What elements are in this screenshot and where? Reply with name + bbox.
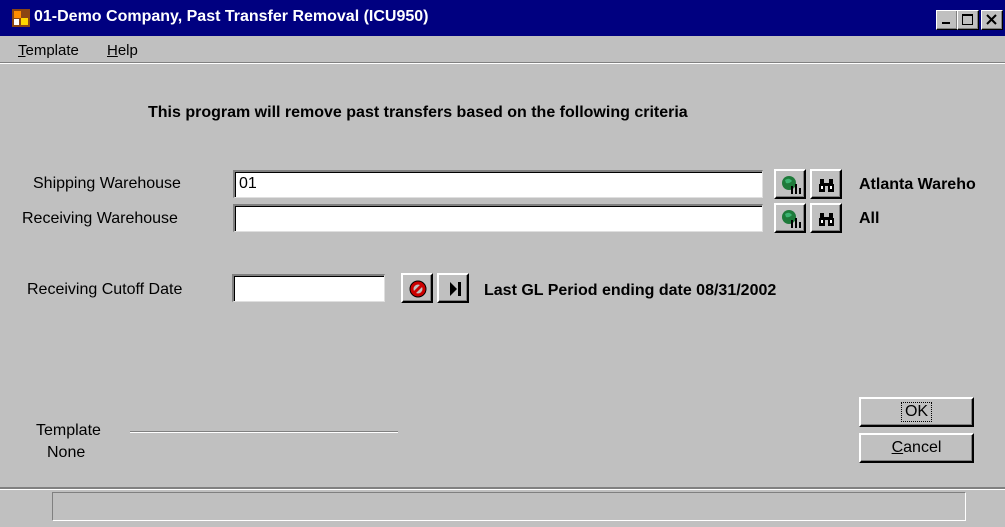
status-separator [0,487,1005,489]
window-title: 01-Demo Company, Past Transfer Removal (… [34,8,429,25]
shipping-warehouse-description: Atlanta Wareho [859,176,976,193]
status-bar [52,492,966,521]
minimize-icon [942,22,950,24]
close-icon [986,14,997,25]
menu-template[interactable]: Template [18,42,79,59]
menu-separator [0,63,1005,64]
cancel-button[interactable]: Cancel [859,433,974,463]
ok-button-label: OK [900,402,933,422]
template-value: None [47,444,86,461]
receiving-warehouse-label: Receiving Warehouse [22,210,178,227]
title-bar[interactable]: 01-Demo Company, Past Transfer Removal (… [0,0,1005,36]
maximize-icon [962,14,973,25]
receiving-cutoff-date-input[interactable] [232,274,385,302]
clear-date-button[interactable] [401,273,433,303]
minimize-button[interactable] [936,10,958,30]
binoculars-icon [819,179,834,192]
menu-bar: Template Help [0,36,1005,63]
maximize-button[interactable] [957,10,979,30]
shipping-search-button[interactable] [810,169,842,199]
no-entry-icon [409,280,427,298]
shipping-all-button[interactable] [774,169,806,199]
ok-button[interactable]: OK [859,397,974,427]
program-icon [12,9,30,27]
receiving-warehouse-description: All [859,210,880,227]
close-button[interactable] [981,10,1003,30]
receiving-search-button[interactable] [810,203,842,233]
shipping-warehouse-input[interactable]: 01 [233,170,763,198]
globe-all-icon [782,210,801,228]
page-heading: This program will remove past transfers … [148,104,688,121]
binoculars-icon [819,213,834,226]
next-date-button[interactable] [437,273,469,303]
skip-forward-icon [450,282,461,296]
shipping-warehouse-label: Shipping Warehouse [33,175,181,192]
receiving-warehouse-input[interactable] [233,204,763,232]
globe-all-icon [782,176,801,194]
last-gl-period-note: Last GL Period ending date 08/31/2002 [484,282,777,299]
template-label: Template [36,422,101,439]
receiving-cutoff-date-label: Receiving Cutoff Date [27,281,183,298]
receiving-all-button[interactable] [774,203,806,233]
template-divider [130,431,398,432]
menu-help[interactable]: Help [107,42,138,59]
